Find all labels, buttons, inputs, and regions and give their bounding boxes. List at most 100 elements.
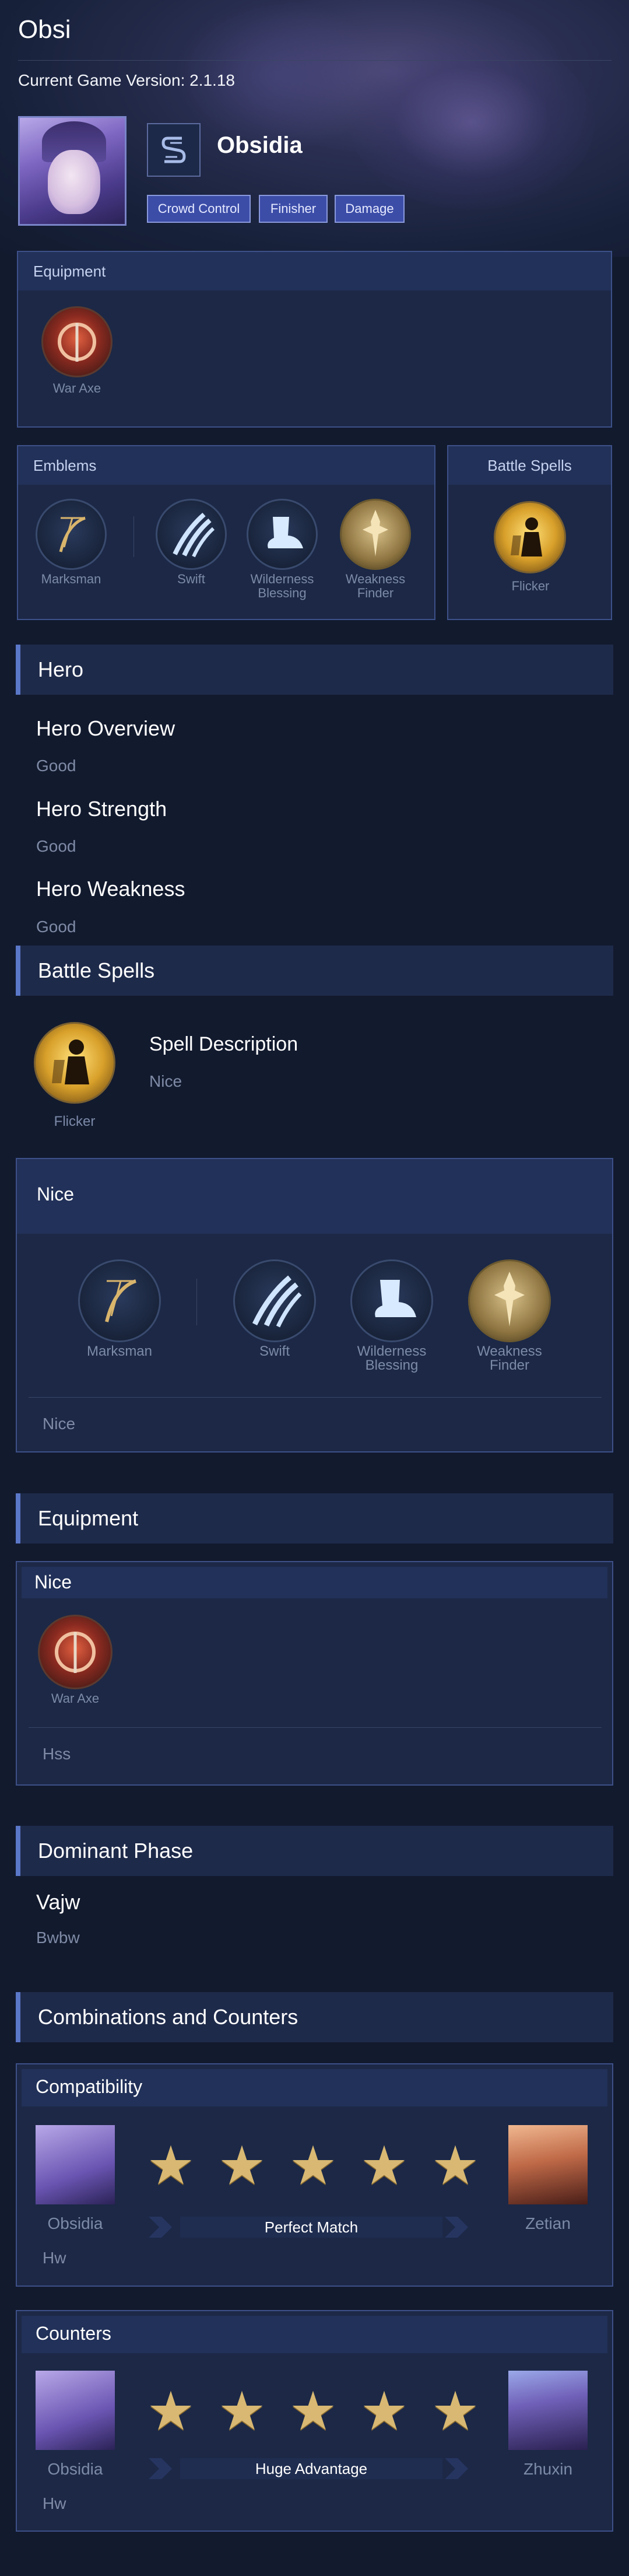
star-icon: ★ <box>431 2134 480 2197</box>
left-hero-name: Obsidia <box>47 2460 103 2478</box>
chevron-right-icon <box>445 2217 468 2238</box>
star-icon: ★ <box>360 2380 409 2442</box>
emblem-label: Marksman <box>86 1343 153 1359</box>
chevron-right-icon <box>149 2217 172 2238</box>
star-icon: ★ <box>431 2380 480 2442</box>
section-battle-spells: Battle Spells <box>16 946 613 996</box>
section-title: Equipment <box>38 1506 139 1530</box>
hero-avatar-zetian[interactable] <box>508 2125 588 2204</box>
emblem-label: Swift <box>259 1343 290 1359</box>
compatibility-title: Compatibility <box>22 2069 607 2106</box>
dominant-phase-text: Bwbw <box>36 1929 80 1947</box>
emblem-label: Weakness Finder <box>477 1343 542 1373</box>
star-icon: ★ <box>289 2134 338 2197</box>
tag-crowd-control[interactable]: Crowd Control <box>147 195 251 223</box>
hero-avatar-obsidia[interactable] <box>36 2371 115 2450</box>
emblem-divider <box>196 1279 197 1325</box>
section-hero: Hero <box>16 645 613 695</box>
flicker-icon[interactable] <box>494 501 566 573</box>
right-hero-name: Zhuxin <box>523 2460 573 2478</box>
star-icon: ★ <box>289 2380 338 2442</box>
equipment-item-label: War Axe <box>52 381 101 396</box>
star-icon: ★ <box>217 2380 266 2442</box>
battle-spells-card: Battle Spells Flicker <box>447 445 612 620</box>
emblem-label: Wilderness Blessing <box>250 572 314 600</box>
chevron-right-icon <box>445 2458 468 2479</box>
equipment-card: Equipment War Axe <box>17 251 612 428</box>
boot-icon[interactable] <box>350 1259 433 1342</box>
section-equipment: Equipment <box>16 1493 613 1544</box>
hero-portrait <box>18 116 126 226</box>
equipment-detail-title: Nice <box>22 1567 607 1598</box>
hero-strength-text: Good <box>36 837 76 855</box>
hero-weakness-text: Good <box>36 918 76 936</box>
section-combinations: Combinations and Counters <box>16 1992 613 2042</box>
hero-overview-text: Good <box>36 757 76 775</box>
claw-icon[interactable] <box>156 499 227 570</box>
emblem-detail-title: Nice <box>17 1159 612 1234</box>
counters-note: Hw <box>43 2494 66 2512</box>
emblem-label: Swift <box>177 572 205 586</box>
boot-icon[interactable] <box>247 499 318 570</box>
bow-icon[interactable] <box>78 1259 161 1342</box>
dominant-phase-heading: Vajw <box>36 1890 80 1914</box>
section-title: Combinations and Counters <box>38 2005 298 2029</box>
compatibility-note: Hw <box>43 2249 66 2267</box>
bow-icon[interactable] <box>36 499 107 570</box>
compatibility-card: Compatibility Obsidia ★ ★ ★ ★ ★ Perfect … <box>16 2063 613 2287</box>
flicker-icon[interactable] <box>34 1022 115 1104</box>
spell-label: Flicker <box>54 1114 96 1129</box>
equipment-note: Hss <box>43 1745 71 1763</box>
hero-avatar-zhuxin[interactable] <box>508 2371 588 2450</box>
spell-description-text: Nice <box>149 1072 182 1090</box>
card-divider <box>29 1727 602 1728</box>
section-title: Battle Spells <box>38 958 155 982</box>
war-axe-icon[interactable] <box>41 306 113 377</box>
war-axe-icon[interactable] <box>38 1615 113 1689</box>
hero-weakness-title: Hero Weakness <box>36 877 185 901</box>
emblem-label: Weakness Finder <box>345 572 406 600</box>
star-icon: ★ <box>146 2380 195 2442</box>
emblems-card-title: Emblems <box>18 446 434 485</box>
equipment-item-label: War Axe <box>51 1691 100 1706</box>
emblem-detail-note: Nice <box>43 1415 76 1433</box>
sword-emblem-icon[interactable] <box>468 1259 551 1342</box>
emblem-divider <box>133 516 134 557</box>
section-dominant-phase: Dominant Phase <box>16 1826 613 1876</box>
spell-description-title: Spell Description <box>149 1033 298 1055</box>
tag-damage[interactable]: Damage <box>335 195 405 223</box>
compatibility-banner: Perfect Match <box>180 2217 442 2238</box>
emblem-label: Marksman <box>41 572 101 586</box>
claw-icon[interactable] <box>233 1259 316 1342</box>
section-title: Hero <box>38 657 84 681</box>
equipment-card-title: Equipment <box>18 252 611 290</box>
game-version: Current Game Version: 2.1.18 <box>18 71 235 89</box>
title-divider <box>18 60 612 61</box>
star-icon: ★ <box>360 2134 409 2197</box>
counters-title: Counters <box>22 2316 607 2353</box>
card-divider <box>29 1397 602 1398</box>
section-title: Dominant Phase <box>38 1839 194 1863</box>
tag-finisher[interactable]: Finisher <box>259 195 328 223</box>
right-hero-name: Zetian <box>525 2214 571 2232</box>
star-icon: ★ <box>146 2134 195 2197</box>
counters-banner: Huge Advantage <box>180 2458 442 2479</box>
emblem-detail-card: Nice Marksman Swift Wilderness Blessing … <box>16 1158 613 1452</box>
left-hero-name: Obsidia <box>47 2214 103 2232</box>
equipment-detail-card: Nice War Axe Hss <box>16 1561 613 1786</box>
hero-avatar-obsidia[interactable] <box>36 2125 115 2204</box>
star-icon: ★ <box>217 2134 266 2197</box>
spell-label: Flicker <box>511 579 550 593</box>
hero-overview-title: Hero Overview <box>36 716 175 740</box>
counters-card: Counters Obsidia ★ ★ ★ ★ ★ Huge Advantag… <box>16 2310 613 2532</box>
page-title: Obsi <box>18 15 71 44</box>
emblem-label: Wilderness Blessing <box>357 1343 427 1373</box>
s-rune-icon <box>147 123 201 177</box>
sword-emblem-icon[interactable] <box>340 499 411 570</box>
hero-strength-title: Hero Strength <box>36 797 167 821</box>
chevron-right-icon <box>149 2458 172 2479</box>
battle-spells-card-title: Battle Spells <box>448 446 611 485</box>
hero-name: Obsidia <box>217 132 303 158</box>
emblems-card: Emblems Marksman Swift Wilderness Blessi… <box>17 445 435 620</box>
portrait-face <box>48 150 100 214</box>
